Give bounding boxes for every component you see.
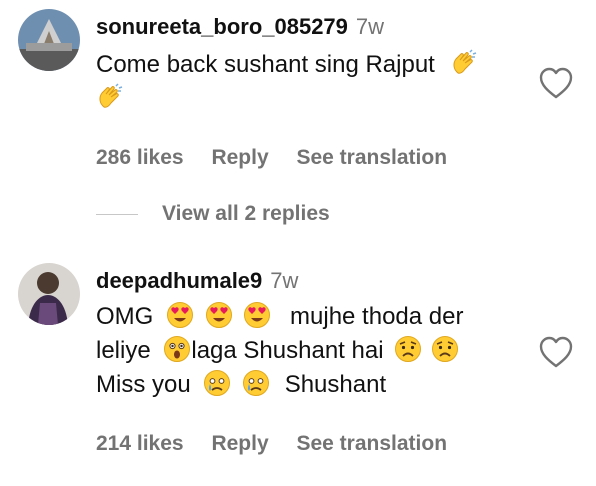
heart-eyes-icon [166,301,194,329]
comment-text-line: mujhe thoda der [290,303,464,330]
comment-text-line: Shushant [284,371,387,398]
view-replies-button[interactable]: View all 2 replies [96,202,330,228]
avatar[interactable] [18,263,80,325]
likes-count[interactable]: 214 likes [96,432,184,455]
comment-text: OMG mujhe thoda der leliye laga Shushant… [96,300,536,402]
username[interactable]: deepadhumale9 [96,268,262,293]
reply-button[interactable]: Reply [211,432,268,455]
heart-outline-icon[interactable] [538,66,574,100]
comment-body: sonureeta_boro_085279 7w Come back sushan… [96,13,536,170]
comment-actions: 214 likes Reply See translation [96,432,536,456]
comment-text-line: OMG [96,303,154,330]
comment-text-line: leliye [96,337,151,364]
comment-header: deepadhumale9 7w [96,267,536,295]
comment-1: sonureeta_boro_085279 7w Come back sushan… [0,0,596,190]
comment-body: deepadhumale9 7w OMG mujhe thoda der leli… [96,267,536,456]
comment-text-line: laga Shushant hai [191,337,384,364]
clapping-hands-icon [96,83,124,111]
username[interactable]: sonureeta_boro_085279 [96,14,348,39]
worried-face-icon [394,335,422,363]
worried-face-icon [431,335,459,363]
sad-tear-face-icon [242,369,270,397]
comment-text: Come back sushant sing Rajput [96,48,536,116]
comment-text-line: Come back sushant sing Rajput [96,51,435,78]
sad-tear-face-icon [203,369,231,397]
heart-eyes-icon [243,301,271,329]
reply-button[interactable]: Reply [211,146,268,169]
divider [96,213,138,215]
timestamp[interactable]: 7w [270,268,298,293]
comment-header: sonureeta_boro_085279 7w [96,13,536,41]
clapping-hands-icon [450,49,478,77]
see-translation-button[interactable]: See translation [296,432,447,455]
see-translation-button[interactable]: See translation [296,146,447,169]
likes-count[interactable]: 286 likes [96,146,184,169]
avatar[interactable] [18,9,80,71]
comment-actions: 286 likes Reply See translation [96,146,536,170]
heart-outline-icon[interactable] [538,335,574,369]
comment-2: deepadhumale9 7w OMG mujhe thoda der leli… [0,250,596,480]
timestamp[interactable]: 7w [356,14,384,39]
comment-text-line: Miss you [96,371,191,398]
view-replies-label[interactable]: View all 2 replies [162,202,330,225]
heart-eyes-icon [205,301,233,329]
astonished-face-icon [163,335,191,363]
